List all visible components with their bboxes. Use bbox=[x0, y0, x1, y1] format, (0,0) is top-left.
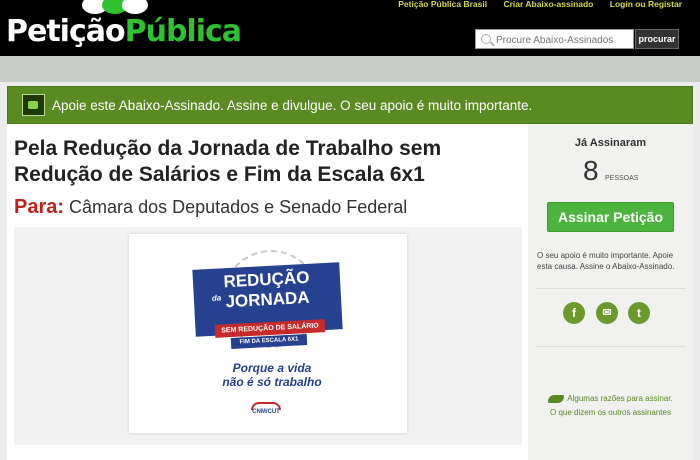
petition-image: REDUÇÃO da JORNADA SEM REDUÇÃO DE SALÁRI… bbox=[129, 234, 407, 433]
logo-part2: Pública bbox=[124, 14, 242, 49]
support-text: O seu apoio é muito importante. Apoie es… bbox=[537, 251, 675, 271]
logo-part1: Petição bbox=[6, 14, 126, 49]
leaf-icon bbox=[548, 394, 565, 403]
megaphone-icon bbox=[22, 94, 45, 116]
link-criar[interactable]: Criar Abaixo-assinado bbox=[503, 0, 593, 9]
divider bbox=[536, 346, 686, 347]
link-login[interactable]: Login ou Registar bbox=[610, 0, 682, 9]
signature-count: 8 bbox=[583, 155, 599, 186]
others-link[interactable]: O que dizem os outros assinantes bbox=[528, 406, 693, 420]
petition-main: Pela Redução da Jornada de Trabalho sem … bbox=[7, 124, 528, 460]
image-slogan: Porque a vida não é só trabalho bbox=[197, 361, 347, 389]
logo-wordmark: PetiçãoPública bbox=[6, 14, 242, 49]
slogan-line2: não é só trabalho bbox=[222, 375, 322, 389]
recipient-label: Para: bbox=[14, 196, 65, 218]
cut-logo: CNM/CUT bbox=[249, 402, 283, 416]
search-input[interactable] bbox=[494, 31, 633, 49]
top-links: Petição Pública Brasil Criar Abaixo-assi… bbox=[384, 0, 682, 9]
signature-unit: PESSOAS bbox=[605, 175, 639, 182]
petition-image-area: REDUÇÃO da JORNADA SEM REDUÇÃO DE SALÁRI… bbox=[14, 227, 522, 445]
sign-petition-button[interactable]: Assinar Petição bbox=[547, 202, 674, 232]
cut-logo-text: CNM/CUT bbox=[252, 409, 280, 415]
divider bbox=[536, 288, 686, 289]
petition-recipient: Para: Câmara dos Deputados e Senado Fede… bbox=[14, 196, 407, 219]
twitter-icon[interactable]: t bbox=[628, 302, 650, 324]
logo-bubble-icon bbox=[122, 0, 148, 14]
sidebar: Já Assinaram 8 PESSOAS Assinar Petição O… bbox=[528, 124, 693, 460]
header-band bbox=[0, 56, 700, 82]
search-button[interactable]: procurar bbox=[635, 29, 679, 49]
search-box bbox=[475, 29, 634, 49]
email-icon[interactable]: ✉ bbox=[596, 302, 618, 324]
recipient-value: Câmara dos Deputados e Senado Federal bbox=[69, 197, 408, 217]
link-brasil[interactable]: Petição Pública Brasil bbox=[398, 0, 487, 9]
banner-text: Apoie este Abaixo-Assinado. Assine e div… bbox=[52, 98, 533, 113]
facebook-icon[interactable]: f bbox=[563, 302, 585, 324]
support-banner: Apoie este Abaixo-Assinado. Assine e div… bbox=[7, 86, 693, 124]
reasons-link[interactable]: Algumas razões para assinar. bbox=[567, 394, 672, 403]
site-logo[interactable]: PetiçãoPública bbox=[6, 0, 242, 54]
top-bar: PetiçãoPública Petição Pública Brasil Cr… bbox=[0, 0, 700, 56]
signed-label: Já Assinaram bbox=[574, 137, 647, 149]
reasons-section: Algumas razões para assinar. O que dizem… bbox=[528, 392, 693, 420]
slogan-line1: Porque a vida bbox=[232, 361, 312, 375]
search-icon bbox=[481, 34, 491, 44]
petition-title: Pela Redução da Jornada de Trabalho sem … bbox=[14, 137, 442, 186]
